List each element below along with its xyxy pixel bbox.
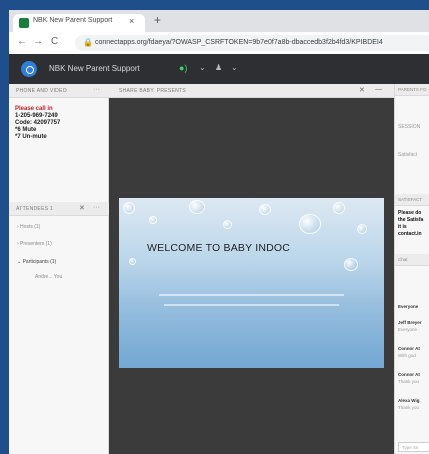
right-pod-title: PARENTS FO [398, 87, 427, 92]
lock-icon: 🔒 [83, 38, 93, 47]
share-close-icon[interactable]: ✕ [359, 86, 365, 94]
chat-entry-sub: Thank you [398, 405, 420, 410]
attendees-menu-icon[interactable]: ··· [93, 204, 100, 211]
water-drop [123, 202, 135, 214]
address-bar: ← → C 🔒 connectapps.org/fdaeya/?OWASP_CS… [9, 32, 429, 54]
attendees-close-icon[interactable]: ✕ [79, 204, 85, 212]
mic-dropdown-icon[interactable]: ⌄ [199, 63, 206, 72]
dial-in-info: Please call in 1-205-969-7249 Code: 4209… [15, 106, 60, 141]
phone-pod-menu-icon[interactable]: ··· [93, 86, 100, 93]
back-icon[interactable]: ← [17, 36, 27, 47]
chat-entry-sub: Thank you [398, 379, 420, 384]
browser-tab[interactable]: NBK New Parent Support × [13, 14, 145, 32]
attendees-pod-header: ATTENDEES 1 ✕ ··· [9, 202, 109, 216]
chat-entry-sub: Everyone [398, 327, 418, 332]
tab-close-icon[interactable]: × [129, 16, 134, 26]
attendees-pod-title: ATTENDEES 1 [16, 206, 54, 212]
right-pods: PARENTS FO SESSION Satisfact SATISFACT P… [394, 84, 429, 454]
attendee-group-presenters[interactable]: › Presenters (1) [17, 241, 52, 247]
survey-note-line: it is [398, 224, 407, 230]
attendee-self[interactable]: Andre... You [35, 274, 62, 280]
water-drop [129, 258, 136, 265]
chat-entry-title[interactable]: Everyone [398, 304, 418, 309]
phone-pod-title: PHONE AND VIDEO [16, 88, 67, 94]
site-favicon-icon [19, 18, 29, 28]
survey-note-line: the Satisfa [398, 217, 424, 223]
survey-note-line: Please do [398, 210, 422, 216]
microphone-icon[interactable]: ●) [179, 63, 187, 73]
chat-pod-header: Chat [395, 254, 429, 266]
chat-entry-title[interactable]: Connor At [398, 372, 420, 377]
share-pod-header: SHARE BABY. PRESENTS ✕ — [109, 84, 394, 98]
survey-note-line: contact.in [398, 231, 422, 237]
url-text: connectapps.org/fdaeya/?OWASP_CSRFTOKEN=… [95, 39, 383, 46]
slide-title: WELCOME TO BABY INDOC [147, 242, 291, 254]
water-drop [223, 220, 232, 229]
right-pod-header: PARENTS FO [395, 84, 429, 96]
chat-entry-sub: With god [398, 353, 416, 358]
satisfaction-option[interactable]: Satisfact [398, 152, 417, 158]
url-field[interactable]: 🔒 connectapps.org/fdaeya/?OWASP_CSRFTOKE… [75, 35, 429, 51]
tab-strip: NBK New Parent Support × + [9, 10, 429, 32]
attendee-group-participants[interactable]: ⌄ Participants (1) [17, 259, 56, 265]
chat-entry-title[interactable]: Jeff Breyer [398, 320, 422, 325]
water-drop [189, 200, 205, 214]
water-drop [259, 204, 271, 215]
new-tab-icon[interactable]: + [154, 13, 161, 27]
dial-in-code: Code: 42097757 [15, 120, 61, 126]
left-pods: PHONE AND VIDEO ··· Please call in 1-205… [9, 84, 109, 454]
forward-icon[interactable]: → [33, 36, 43, 47]
slide-text-line [159, 294, 344, 296]
presentation-slide: WELCOME TO BABY INDOC [119, 198, 384, 368]
app-logo-icon [21, 61, 37, 77]
satisfaction-pod-title: SATISFACT [398, 197, 423, 202]
water-drop [357, 224, 367, 234]
attendee-group-hosts[interactable]: › Hosts (1) [17, 224, 40, 230]
water-drop [344, 258, 358, 271]
chat-input-placeholder: Type Se [402, 445, 419, 450]
chat-entry-title[interactable]: Alexa Wig [398, 398, 419, 403]
satisfaction-pod-header: SATISFACT [395, 194, 429, 206]
chat-entry-title[interactable]: Connor At [398, 346, 420, 351]
phone-pod-header: PHONE AND VIDEO ··· [9, 84, 109, 98]
meeting-app-bar: NBK New Parent Support ●) ⌄ ♟ ⌄ [9, 54, 429, 84]
share-pod-title: SHARE BABY. PRESENTS [119, 88, 187, 94]
water-drop [299, 214, 321, 234]
tab-title: NBK New Parent Support [33, 17, 113, 24]
chat-input[interactable]: Type Se [398, 442, 429, 452]
dial-in-mute: *6 Mute [15, 127, 37, 133]
chat-pod-title: Chat [398, 257, 408, 262]
water-drop [333, 202, 345, 214]
dial-in-number: 1-205-969-7249 [15, 113, 58, 119]
dial-in-unmute: *7 Un-mute [15, 134, 47, 140]
meeting-title: NBK New Parent Support [49, 64, 140, 73]
reload-icon[interactable]: C [51, 36, 58, 47]
status-dropdown-icon[interactable]: ⌄ [231, 63, 238, 72]
browser-window: NBK New Parent Support × + ← → C 🔒 conne… [9, 10, 429, 454]
dial-in-heading: Please call in [15, 106, 53, 112]
water-drop [149, 216, 157, 224]
attendee-status-icon[interactable]: ♟ [215, 63, 222, 72]
share-minimize-icon[interactable]: — [375, 86, 382, 93]
share-stage: WELCOME TO BABY INDOC [109, 98, 394, 454]
slide-text-line [164, 304, 339, 306]
session-label: SESSION [398, 124, 421, 130]
